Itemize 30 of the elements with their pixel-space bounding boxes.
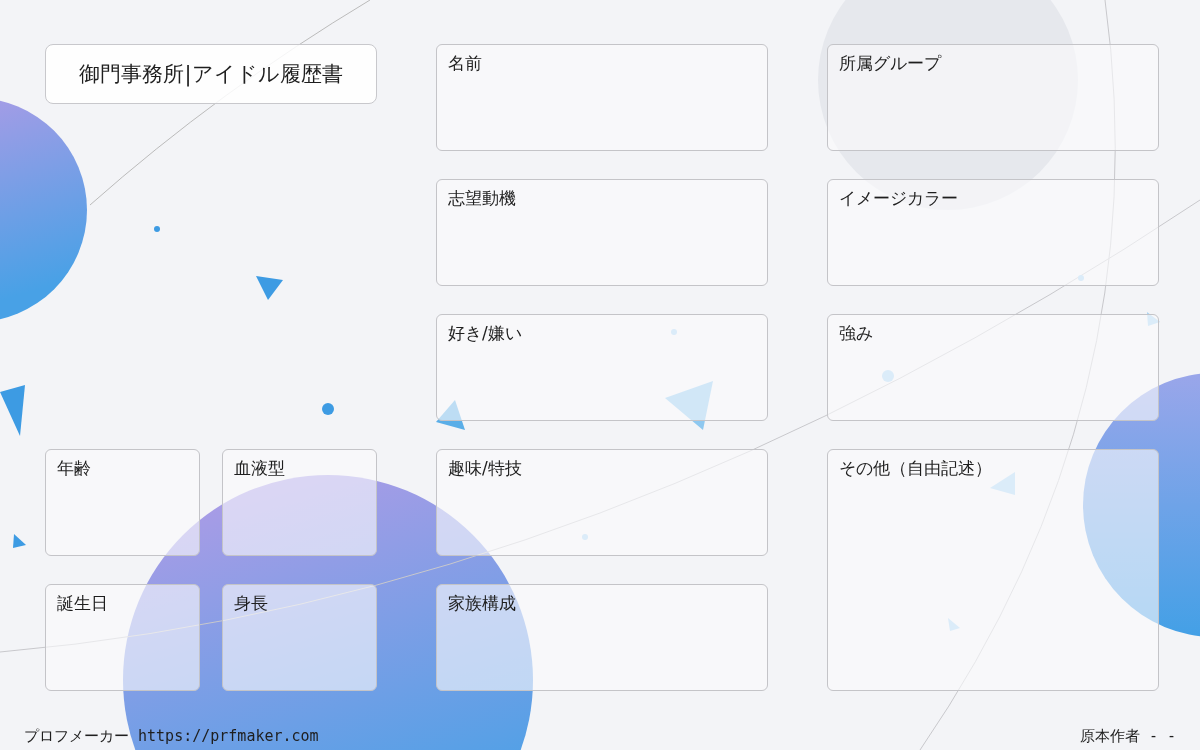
field-label: 誕生日 (57, 593, 108, 613)
triangle-decoration (990, 472, 1015, 495)
field-label: 趣味/特技 (448, 458, 522, 478)
field-label: 志望動機 (448, 188, 516, 208)
field-label: 年齢 (57, 458, 91, 478)
triangle-decoration (256, 276, 283, 300)
dot-decoration (882, 370, 894, 382)
field-label: イメージカラー (839, 188, 958, 208)
field-label: 家族構成 (448, 593, 516, 613)
triangle-decoration (436, 400, 465, 430)
dot-decoration (322, 403, 334, 415)
triangle-decoration (13, 534, 26, 548)
field-label: その他（自由記述） (839, 458, 992, 478)
dot-decoration (582, 534, 588, 540)
triangle-decoration (1147, 312, 1160, 326)
field-label: 強み (839, 323, 873, 343)
field-label: 身長 (234, 593, 268, 613)
page-title: 御門事務所|アイドル履歴書 (45, 44, 377, 104)
triangle-decoration (948, 618, 960, 631)
field-label: 好き/嫌い (448, 323, 522, 343)
triangle-decoration (665, 381, 713, 430)
dot-decoration (154, 226, 160, 232)
dot-decoration (1078, 275, 1084, 281)
dot-decoration (671, 329, 677, 335)
triangle-decoration (0, 385, 25, 436)
field-label: 所属グループ (839, 53, 941, 73)
author-credit: 原本作者 - - (1079, 727, 1176, 746)
site-credit: プロフメーカー https://prfmaker.com (24, 727, 319, 746)
field-label: 名前 (448, 53, 482, 73)
field-label: 血液型 (234, 458, 285, 478)
